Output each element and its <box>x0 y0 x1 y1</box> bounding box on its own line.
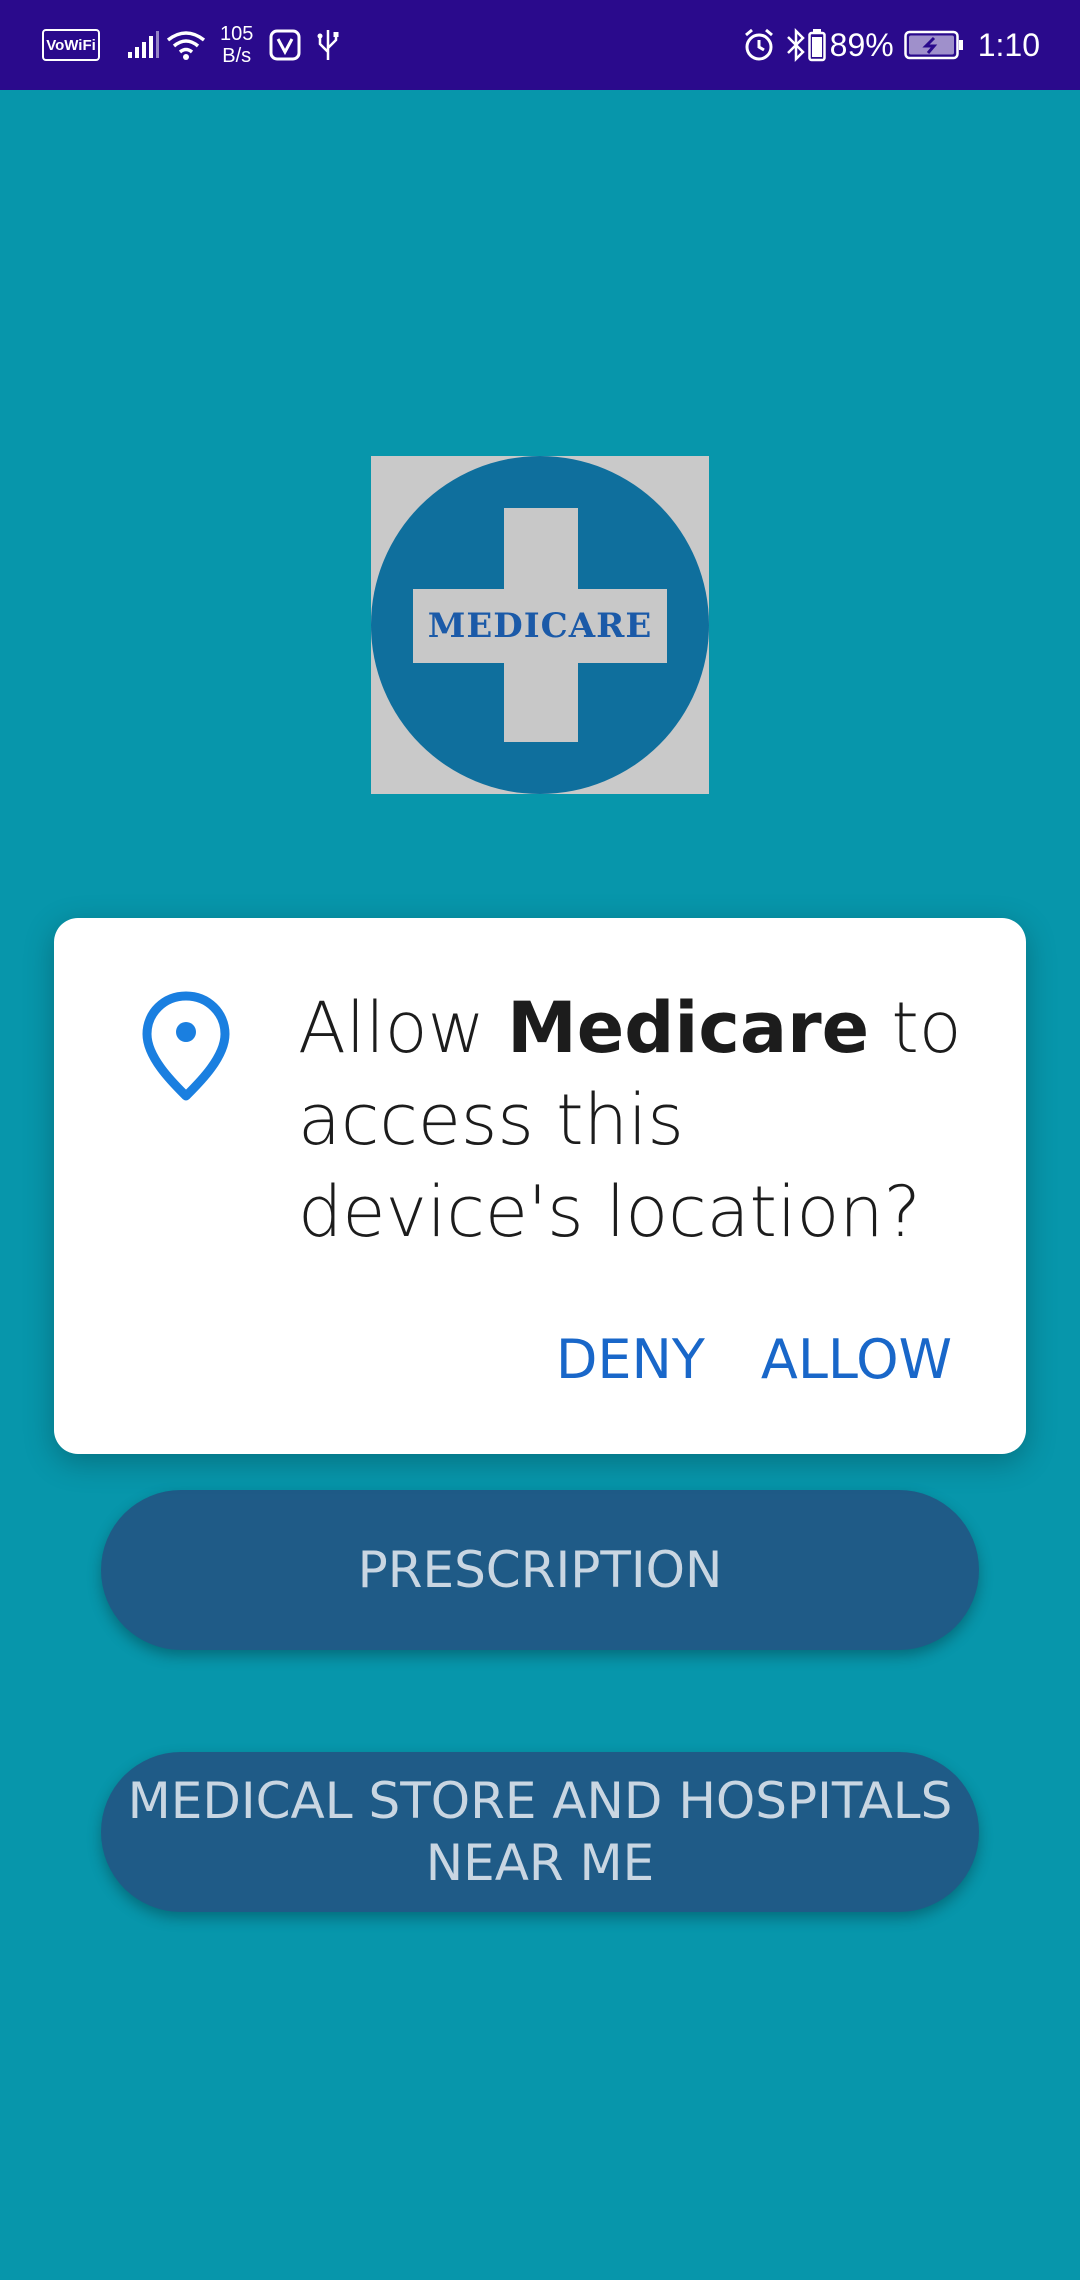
location-permission-dialog: Allow Medicare to access this device's l… <box>54 918 1026 1454</box>
wifi-icon <box>166 31 206 60</box>
battery-icon <box>807 29 826 62</box>
app-notification-icon <box>269 29 301 61</box>
usb-icon <box>317 30 339 60</box>
medical-store-hospitals-button[interactable]: MEDICAL STORE AND HOSPITALS NEAR ME <box>101 1752 979 1912</box>
signal-icon <box>128 31 159 58</box>
location-pin-icon <box>142 991 230 1101</box>
charging-icon <box>903 30 963 60</box>
prescription-button[interactable]: PRESCRIPTION <box>101 1490 979 1650</box>
status-bar-left: VoWiFi 105 B/s <box>42 0 341 90</box>
bluetooth-icon <box>786 27 805 63</box>
network-speed-unit: B/s <box>222 45 252 67</box>
allow-button[interactable]: ALLOW <box>761 1328 952 1391</box>
network-speed-value: 105 <box>220 23 254 45</box>
permission-message: Allow Medicare to access this device's l… <box>298 982 978 1258</box>
app-name: Medicare <box>507 987 870 1069</box>
message-prefix: Allow <box>298 987 508 1069</box>
dialog-actions: DENY ALLOW <box>556 1328 952 1391</box>
logo-text: MEDICARE <box>427 606 653 646</box>
deny-button[interactable]: DENY <box>556 1328 705 1391</box>
vowifi-badge: VoWiFi <box>42 29 100 61</box>
status-bar-right: 89% 1:10 <box>742 0 1040 90</box>
status-bar: VoWiFi 105 B/s 89% 1:10 <box>0 0 1080 90</box>
clock: 1:10 <box>977 26 1040 63</box>
alarm-icon <box>744 28 773 61</box>
medicare-logo: MEDICARE <box>371 456 709 794</box>
network-speed: 105 B/s <box>220 23 253 67</box>
battery-percent: 89% <box>829 26 894 63</box>
